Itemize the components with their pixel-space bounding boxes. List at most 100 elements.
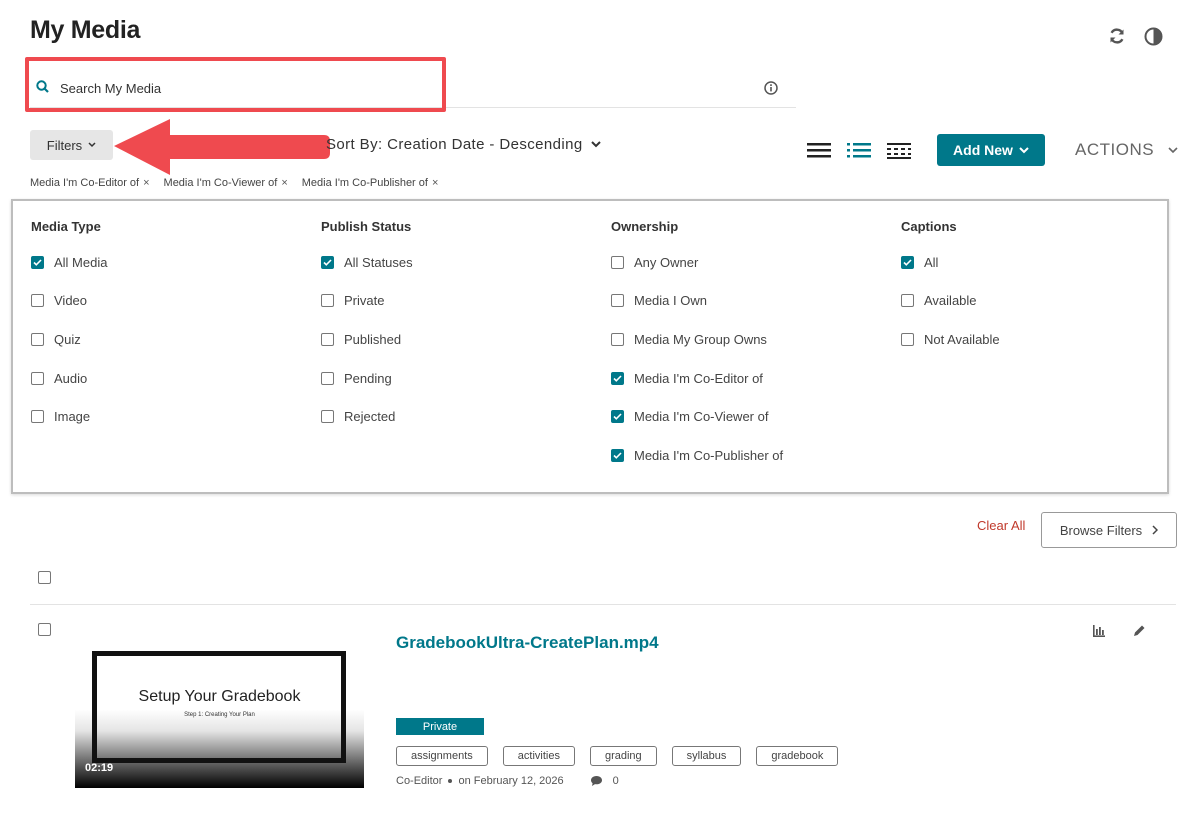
filter-option[interactable]: Audio (31, 368, 107, 388)
entry-actions (1092, 624, 1146, 638)
filter-heading: Captions (901, 219, 957, 234)
comment-count: 0 (612, 775, 619, 787)
filter-option[interactable]: All (901, 252, 1000, 272)
option-label: All Media (54, 254, 108, 270)
option-label: Quiz (54, 331, 81, 347)
remove-icon[interactable]: × (143, 177, 149, 189)
checkbox[interactable] (321, 294, 334, 308)
filter-option[interactable]: Media I'm Co-Viewer of (611, 407, 783, 427)
comment-icon (590, 776, 602, 786)
option-label: Not Available (924, 331, 1000, 347)
select-all-checkbox[interactable] (38, 571, 51, 584)
option-label: Pending (344, 370, 392, 386)
refresh-icon[interactable] (1107, 26, 1127, 46)
view-switcher (806, 140, 912, 160)
compact-view-icon[interactable] (886, 140, 912, 160)
filter-option[interactable]: Media I'm Co-Publisher of (611, 445, 783, 465)
separator-dot (448, 779, 453, 783)
actions-label: ACTIONS (1075, 140, 1155, 159)
filter-heading: Publish Status (321, 219, 412, 234)
checkbox[interactable] (611, 294, 624, 308)
tag[interactable]: activities (502, 746, 575, 766)
checkbox[interactable] (901, 294, 914, 308)
option-label: Media I'm Co-Editor of (634, 370, 763, 386)
analytics-icon[interactable] (1092, 624, 1106, 638)
option-label: Video (54, 293, 88, 309)
filter-option[interactable]: Media I'm Co-Editor of (611, 368, 783, 388)
filter-option[interactable]: Available (901, 291, 1000, 311)
checkbox[interactable] (901, 255, 914, 269)
filter-chip[interactable]: Media I'm Co-Publisher of × (302, 177, 439, 189)
checkbox[interactable] (31, 332, 44, 346)
checkbox[interactable] (321, 332, 334, 346)
entry-meta: Co-Editor on February 12, 2026 0 (396, 775, 619, 787)
entry-thumbnail[interactable]: Setup Your Gradebook Step 1: Creating Yo… (75, 645, 364, 788)
clear-all-link[interactable]: Clear All (977, 518, 1025, 533)
pencil-icon[interactable] (1132, 624, 1146, 638)
checkbox[interactable] (31, 294, 44, 308)
chevron-down-icon (1168, 146, 1178, 153)
search-input[interactable] (60, 76, 660, 100)
filter-option[interactable]: Published (321, 329, 413, 349)
checkbox[interactable] (611, 448, 624, 462)
chip-label: Media I'm Co-Editor of (30, 177, 140, 189)
filter-option[interactable]: Media My Group Owns (611, 329, 783, 349)
filter-option[interactable]: Media I Own (611, 291, 783, 311)
checkbox[interactable] (611, 371, 624, 385)
thumbnail-frame (92, 651, 346, 763)
checkbox[interactable] (611, 255, 624, 269)
filter-option[interactable]: Not Available (901, 329, 1000, 349)
option-label: Media I Own (634, 293, 707, 309)
annotation-arrow (114, 119, 330, 175)
remove-icon[interactable]: × (432, 177, 438, 189)
filter-panel: Media Type All Media Video Quiz Audio Im… (11, 199, 1169, 494)
checkbox[interactable] (321, 255, 334, 269)
entry-title-link[interactable]: GradebookUltra-CreatePlan.mp4 (396, 633, 659, 653)
checkbox[interactable] (31, 371, 44, 385)
thumbnail-title: Setup Your Gradebook (138, 688, 301, 705)
option-label: All Statuses (344, 254, 413, 270)
filter-option[interactable]: Private (321, 291, 413, 311)
filter-option[interactable]: All Media (31, 252, 107, 272)
checkbox[interactable] (901, 332, 914, 346)
browse-filters-button[interactable]: Browse Filters (1041, 512, 1177, 548)
filter-option[interactable]: Video (31, 291, 107, 311)
checkbox[interactable] (31, 410, 44, 424)
filter-option[interactable]: Any Owner (611, 252, 783, 272)
option-label: Media My Group Owns (634, 331, 767, 347)
filter-option[interactable]: Quiz (31, 329, 107, 349)
entry-checkbox[interactable] (38, 623, 51, 636)
checkbox[interactable] (321, 371, 334, 385)
detailed-view-icon[interactable] (846, 140, 872, 160)
option-label: Media I'm Co-Publisher of (634, 447, 784, 463)
checkbox[interactable] (31, 255, 44, 269)
filter-option[interactable]: Image (31, 407, 107, 427)
tag[interactable]: grading (589, 746, 657, 766)
tag[interactable]: gradebook (756, 746, 839, 766)
chevron-down-icon (88, 142, 96, 148)
list-view-icon[interactable] (806, 140, 832, 160)
page-title: My Media (30, 16, 141, 44)
filter-option[interactable]: Rejected (321, 407, 413, 427)
filter-chip[interactable]: Media I'm Co-Editor of × (30, 177, 150, 189)
filter-column-ownership: Ownership Any Owner Media I Own Media My… (611, 219, 783, 484)
filter-column-media-type: Media Type All Media Video Quiz Audio Im… (31, 219, 107, 445)
add-new-button[interactable]: Add New (937, 134, 1045, 166)
filters-button[interactable]: Filters (30, 130, 113, 160)
filter-chip[interactable]: Media I'm Co-Viewer of × (164, 177, 288, 189)
filter-option[interactable]: Pending (321, 368, 413, 388)
checkbox[interactable] (321, 410, 334, 424)
info-icon[interactable] (764, 81, 778, 100)
actions-dropdown[interactable]: ACTIONS (1075, 140, 1178, 160)
filter-option[interactable]: All Statuses (321, 252, 413, 272)
duration-label: 02:19 (85, 762, 114, 774)
checkbox[interactable] (611, 410, 624, 424)
sort-dropdown[interactable]: Sort By: Creation Date - Descending (326, 136, 601, 153)
chip-label: Media I'm Co-Publisher of (301, 177, 428, 189)
active-filter-chips: Media I'm Co-Editor of × Media I'm Co-Vie… (30, 177, 438, 189)
contrast-icon[interactable] (1143, 26, 1163, 46)
tag[interactable]: assignments (396, 746, 488, 766)
checkbox[interactable] (611, 332, 624, 346)
remove-icon[interactable]: × (281, 177, 287, 189)
tag[interactable]: syllabus (671, 746, 742, 766)
